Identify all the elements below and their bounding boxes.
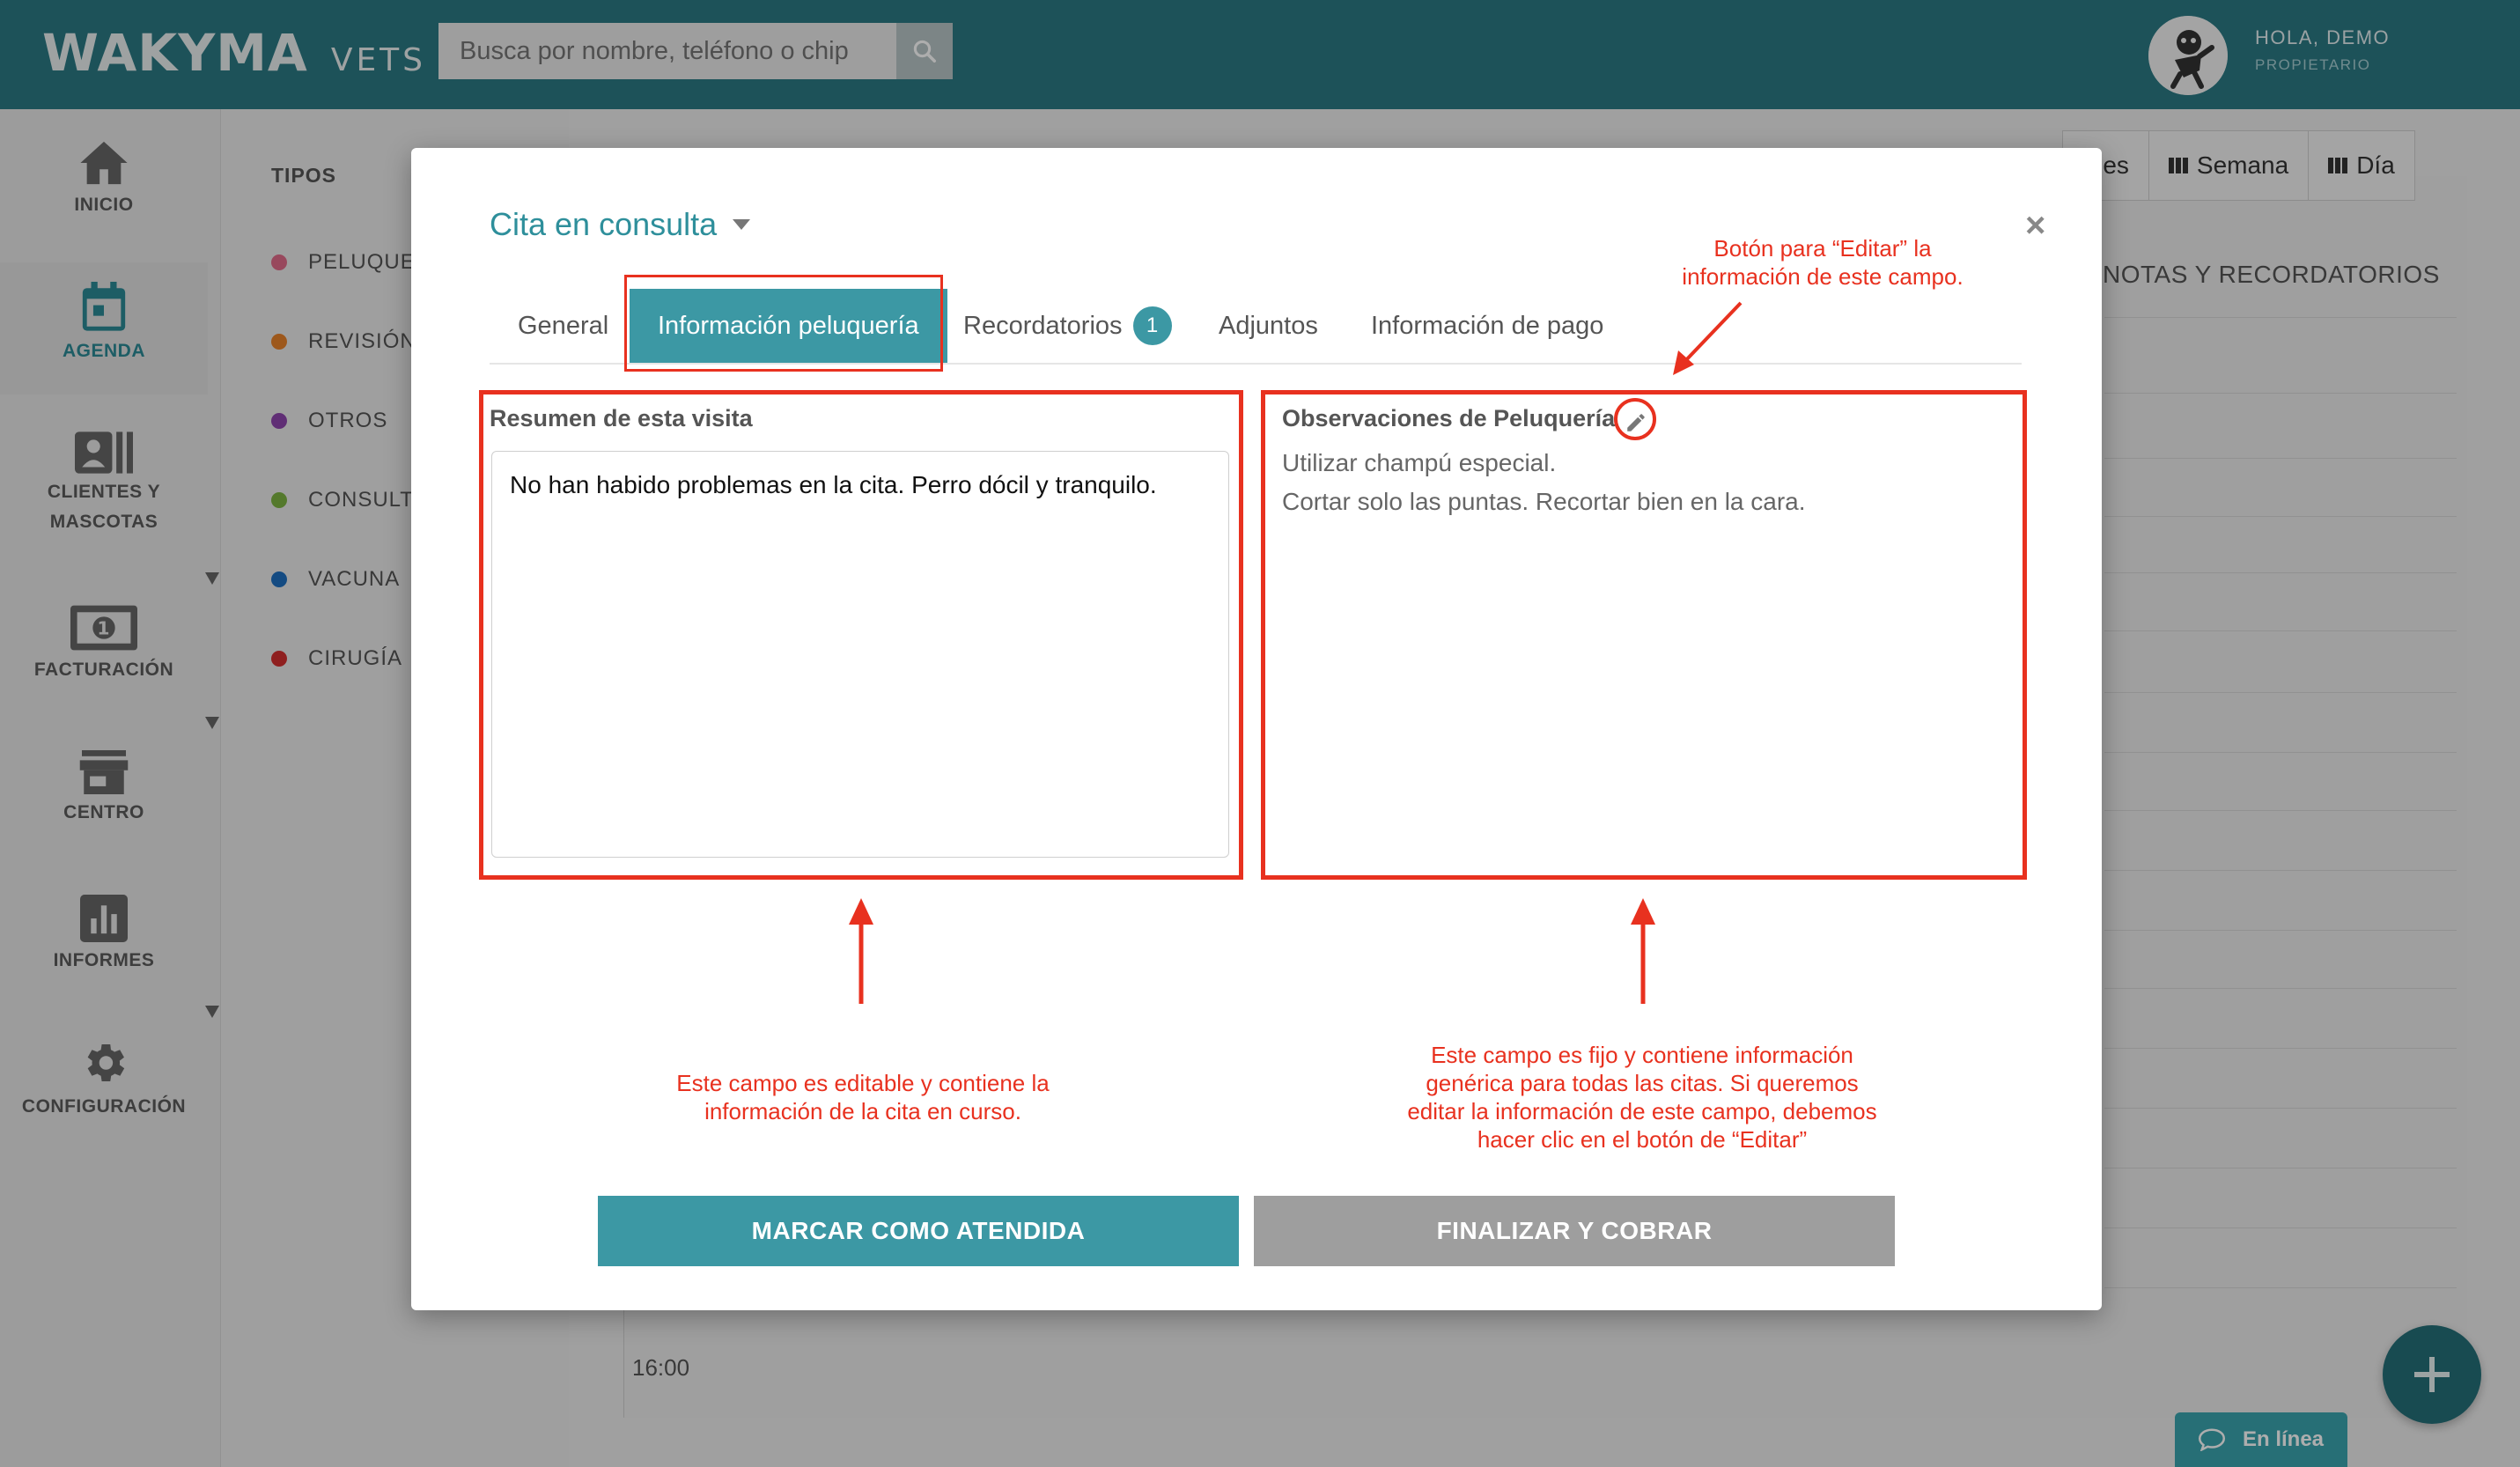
annotation-line: información de este campo. <box>1682 263 1964 290</box>
tab-label: General <box>518 311 609 340</box>
annotation-line: Este campo es fijo y contiene informació… <box>1431 1042 1853 1068</box>
annotation-highlight-summary <box>479 390 1243 880</box>
annotation-left-note: Este campo es editable y contiene la inf… <box>599 1069 1127 1125</box>
annotation-edit-note: Botón para “Editar” la información de es… <box>1603 234 2043 291</box>
modal-title-dropdown[interactable]: Cita en consulta <box>490 206 751 243</box>
annotation-highlight-tab <box>624 275 943 372</box>
annotation-highlight-observations <box>1261 390 2027 880</box>
tab-informacion-pago[interactable]: Información de pago <box>1371 289 1603 363</box>
finish-and-charge-button[interactable]: FINALIZAR Y COBRAR <box>1254 1196 1895 1266</box>
tab-label: Recordatorios <box>963 311 1123 340</box>
tab-general[interactable]: General <box>518 289 608 363</box>
tab-label: Adjuntos <box>1219 311 1318 340</box>
annotation-right-note: Este campo es fijo y contiene informació… <box>1330 1041 1955 1154</box>
mark-attended-button[interactable]: MARCAR COMO ATENDIDA <box>598 1196 1239 1266</box>
annotation-line: Este campo es editable y contiene la <box>676 1070 1050 1096</box>
tab-adjuntos[interactable]: Adjuntos <box>1219 289 1318 363</box>
tab-recordatorios[interactable]: Recordatorios 1 <box>963 289 1172 363</box>
count-badge: 1 <box>1132 306 1172 345</box>
annotation-line: Botón para “Editar” la <box>1713 235 1932 262</box>
modal-title: Cita en consulta <box>490 206 718 242</box>
annotation-line: genérica para todas las citas. Si querem… <box>1426 1070 1859 1096</box>
tab-label: Información de pago <box>1371 311 1604 340</box>
chevron-down-icon <box>733 219 751 230</box>
annotation-line: editar la información de este campo, deb… <box>1407 1098 1877 1124</box>
annotation-line: información de la cita en curso. <box>704 1098 1021 1124</box>
annotation-line: hacer clic en el botón de “Editar” <box>1477 1126 1808 1153</box>
